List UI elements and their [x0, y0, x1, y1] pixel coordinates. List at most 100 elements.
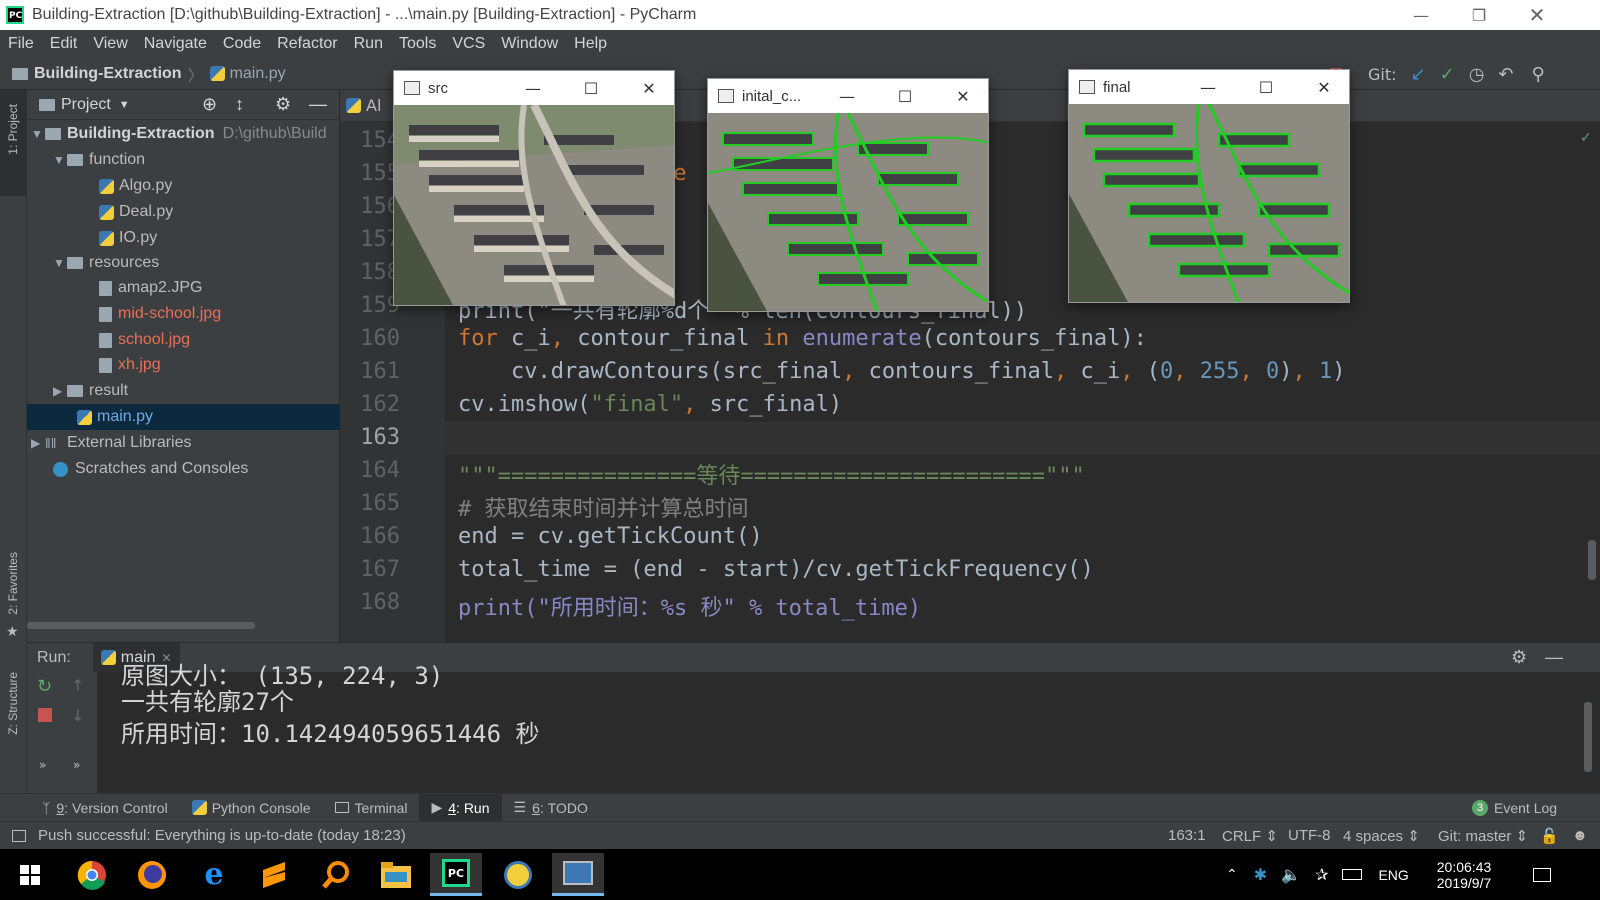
- close-button[interactable]: ✕: [938, 79, 988, 113]
- menu-refactor[interactable]: Refactor: [269, 35, 345, 53]
- tree-item-deal-py[interactable]: Deal.py: [27, 199, 340, 225]
- menu-edit[interactable]: Edit: [42, 35, 86, 53]
- menu-file[interactable]: File: [0, 35, 42, 53]
- project-view-selector[interactable]: Project: [61, 96, 111, 114]
- file-encoding[interactable]: UTF-8: [1288, 827, 1331, 844]
- tree-item-external-libraries[interactable]: ▶ ‖‖ External Libraries: [27, 430, 340, 456]
- tree-item-resources[interactable]: ▼ resources: [27, 250, 340, 276]
- python-taskbar-icon[interactable]: [492, 853, 544, 896]
- maximize-button[interactable]: ☐: [1241, 70, 1291, 104]
- search-icon[interactable]: ⚲: [1532, 64, 1545, 85]
- collapse-all-icon[interactable]: ↕: [235, 94, 244, 115]
- menu-tools[interactable]: Tools: [391, 35, 444, 53]
- git-update-icon[interactable]: ↙: [1411, 64, 1426, 85]
- tree-item-school-jpg[interactable]: school.jpg: [27, 327, 340, 353]
- caret-position[interactable]: 163:1: [1168, 827, 1206, 844]
- menu-code[interactable]: Code: [215, 35, 269, 53]
- run-tool[interactable]: ▶ 4: Run: [419, 793, 502, 822]
- tree-item-function[interactable]: ▼ function: [27, 147, 340, 173]
- python-console-tool[interactable]: Python Console: [180, 794, 323, 822]
- opencv-taskbar-icon[interactable]: [552, 853, 604, 896]
- menu-navigate[interactable]: Navigate: [136, 35, 215, 53]
- tree-item-mid-school-jpg[interactable]: mid-school.jpg: [27, 301, 340, 327]
- pycharm-taskbar-icon[interactable]: PC: [430, 853, 482, 896]
- close-button[interactable]: ✕: [1299, 70, 1349, 104]
- locate-icon[interactable]: ⊕: [202, 94, 217, 115]
- output-scrollbar[interactable]: [1584, 702, 1592, 772]
- breadcrumb-file[interactable]: main.py: [209, 65, 286, 83]
- terminal-tool[interactable]: Terminal: [323, 794, 420, 822]
- horizontal-scrollbar[interactable]: [27, 622, 255, 629]
- minimize-button[interactable]: —: [1392, 0, 1450, 30]
- cv-window-titlebar[interactable]: src — ☐ ✕: [394, 71, 674, 105]
- favorites-tool-tab[interactable]: 2: Favorites: [6, 552, 20, 615]
- menu-window[interactable]: Window: [493, 35, 566, 53]
- action-center-icon[interactable]: [1524, 849, 1560, 900]
- stop-icon[interactable]: [38, 708, 52, 722]
- more-actions-icon-2[interactable]: »: [73, 758, 80, 772]
- cv-window-titlebar[interactable]: final — ☐ ✕: [1069, 70, 1349, 104]
- restore-button[interactable]: ❐: [1450, 0, 1508, 30]
- git-commit-icon[interactable]: ✓: [1440, 64, 1455, 85]
- firefox-icon[interactable]: [126, 853, 178, 896]
- gear-icon[interactable]: ⚙: [1511, 647, 1527, 668]
- maximize-button[interactable]: ☐: [880, 79, 930, 113]
- event-log-tool[interactable]: 3 Event Log: [1460, 794, 1569, 822]
- hide-panel-icon[interactable]: —: [1545, 647, 1563, 668]
- scroll-down-icon[interactable]: ↓: [71, 706, 84, 725]
- tree-item-algo-py[interactable]: Algo.py: [27, 173, 340, 199]
- battery-icon[interactable]: [1342, 869, 1363, 880]
- close-button[interactable]: ✕: [1508, 0, 1566, 30]
- tree-item-result[interactable]: ▶ result: [27, 378, 340, 404]
- editor-tab[interactable]: Al: [346, 96, 381, 115]
- menu-help[interactable]: Help: [566, 35, 615, 53]
- tree-item-amap2-jpg[interactable]: amap2.JPG: [27, 275, 340, 301]
- git-branch[interactable]: Git: master ⇕: [1438, 827, 1528, 845]
- todo-tool[interactable]: ☰ 6: TODO: [502, 794, 600, 822]
- hide-panel-icon[interactable]: —: [309, 94, 327, 115]
- menu-view[interactable]: View: [85, 35, 135, 53]
- file-explorer-icon[interactable]: [370, 853, 422, 896]
- vertical-scrollbar[interactable]: [1588, 540, 1596, 580]
- close-button[interactable]: ✕: [624, 71, 674, 105]
- cv-window-final[interactable]: final — ☐ ✕: [1068, 69, 1350, 303]
- menu-run[interactable]: Run: [346, 35, 391, 53]
- history-icon[interactable]: ◷: [1469, 64, 1485, 85]
- rerun-icon[interactable]: ↻: [37, 676, 52, 697]
- sublime-icon[interactable]: [248, 853, 300, 896]
- volume-icon[interactable]: 🔈: [1281, 865, 1301, 885]
- tree-item-building-extraction[interactable]: ▼ Building-Extraction D:\github\Build: [27, 121, 340, 147]
- lock-icon[interactable]: 🔓: [1540, 827, 1559, 845]
- inspector-icon[interactable]: ☻: [1572, 827, 1588, 844]
- chrome-icon[interactable]: [66, 853, 118, 896]
- cv-window-titlebar[interactable]: inital_c... — ☐ ✕: [708, 79, 988, 113]
- version-control-tool[interactable]: ᛉ 9: Version Control: [30, 794, 180, 822]
- project-tool-tab[interactable]: 1: Project: [0, 90, 27, 196]
- more-actions-icon[interactable]: »: [39, 758, 46, 772]
- chevron-down-icon[interactable]: ▼: [119, 99, 130, 111]
- indent-setting[interactable]: 4 spaces ⇕: [1343, 827, 1420, 845]
- line-separator[interactable]: CRLF ⇕: [1222, 827, 1278, 845]
- structure-tool-tab[interactable]: Z: Structure: [6, 672, 20, 735]
- panel-toggle-icon[interactable]: [12, 829, 26, 842]
- cv-window-inital-contours[interactable]: inital_c... — ☐ ✕: [707, 78, 989, 312]
- input-language[interactable]: ENG: [1378, 867, 1408, 883]
- menu-vcs[interactable]: VCS: [444, 35, 493, 53]
- gear-icon[interactable]: ⚙: [275, 94, 291, 115]
- edge-icon[interactable]: e: [188, 853, 240, 896]
- tree-item-xh-jpg[interactable]: xh.jpg: [27, 352, 340, 378]
- maximize-button[interactable]: ☐: [566, 71, 616, 105]
- tree-item-scratches[interactable]: Scratches and Consoles: [27, 456, 340, 482]
- tray-expand-icon[interactable]: ⌃: [1226, 866, 1238, 883]
- bluetooth-icon[interactable]: ✱: [1254, 865, 1267, 885]
- cv-window-src[interactable]: src — ☐ ✕: [393, 70, 675, 306]
- tree-item-io-py[interactable]: IO.py: [27, 225, 340, 251]
- scroll-up-icon[interactable]: ↑: [71, 676, 84, 695]
- minimize-button[interactable]: —: [822, 79, 872, 113]
- minimize-button[interactable]: —: [1183, 70, 1233, 104]
- rollback-icon[interactable]: ↶: [1498, 64, 1513, 85]
- tree-item-main-py[interactable]: main.py: [27, 404, 340, 430]
- minimize-button[interactable]: —: [508, 71, 558, 105]
- wifi-icon[interactable]: ✰: [1315, 865, 1328, 885]
- search-app-icon[interactable]: [310, 853, 362, 896]
